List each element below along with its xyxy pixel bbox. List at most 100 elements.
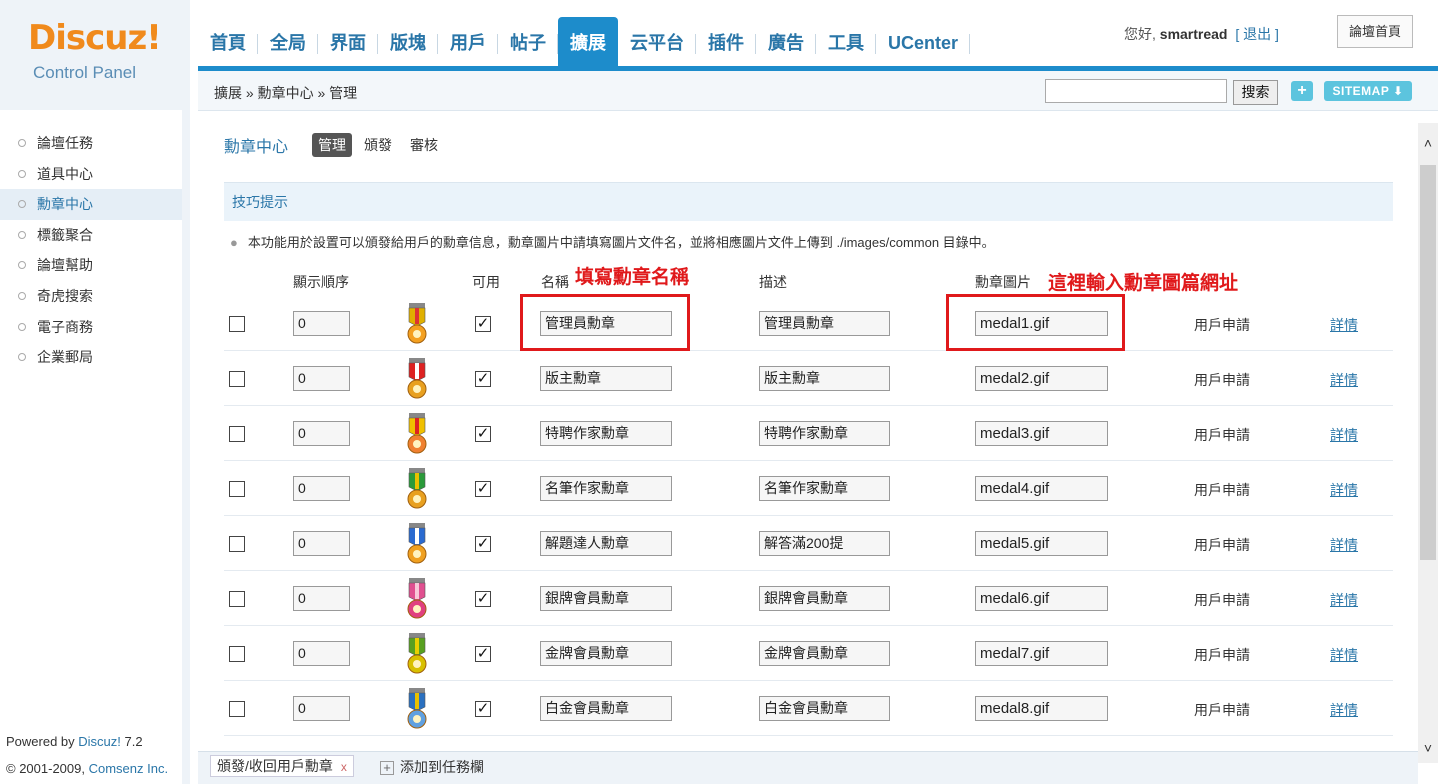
medal-image-input[interactable]: medal2.gif bbox=[975, 366, 1108, 391]
comsenz-link[interactable]: Comsenz Inc. bbox=[89, 761, 168, 776]
row-select-checkbox[interactable] bbox=[229, 701, 245, 717]
display-order-input[interactable]: 0 bbox=[293, 421, 350, 446]
nav-tab-9[interactable]: 廣告 bbox=[756, 17, 816, 67]
display-order-input[interactable]: 0 bbox=[293, 366, 350, 391]
add-to-taskbar[interactable]: + 添加到任務欄 bbox=[380, 757, 484, 777]
display-order-input[interactable]: 0 bbox=[293, 531, 350, 556]
detail-link[interactable]: 詳情 bbox=[1330, 425, 1358, 445]
medal-name-input[interactable]: 解題達人勳章 bbox=[540, 531, 672, 556]
display-order-input[interactable]: 0 bbox=[293, 586, 350, 611]
discuz-logo[interactable]: Discuz! Control Panel bbox=[0, 0, 190, 110]
row-select-checkbox[interactable] bbox=[229, 591, 245, 607]
sitemap-button[interactable]: SITEMAP ⬇ bbox=[1324, 81, 1412, 101]
sidebar-item-4[interactable]: 論壇幫助 bbox=[0, 250, 182, 281]
medal-name-input[interactable]: 名筆作家勳章 bbox=[540, 476, 672, 501]
row-select-checkbox[interactable] bbox=[229, 646, 245, 662]
nav-tab-1[interactable]: 全局 bbox=[258, 17, 318, 67]
tab-manage[interactable]: 管理 bbox=[312, 133, 353, 157]
medal-image-input[interactable]: medal3.gif bbox=[975, 421, 1108, 446]
add-shortcut-button[interactable]: + bbox=[1291, 81, 1313, 101]
nav-tab-3[interactable]: 版塊 bbox=[378, 17, 438, 67]
available-checkbox[interactable]: ✓ bbox=[475, 646, 491, 662]
detail-link[interactable]: 詳情 bbox=[1330, 370, 1358, 390]
row-select-checkbox[interactable] bbox=[229, 536, 245, 552]
medal-image-input[interactable]: medal7.gif bbox=[975, 641, 1108, 666]
vertical-scrollbar[interactable]: ˄ ˅ bbox=[1418, 123, 1438, 763]
detail-link[interactable]: 詳情 bbox=[1330, 590, 1358, 610]
scroll-down-icon[interactable]: ˅ bbox=[1418, 733, 1438, 763]
row-select-checkbox[interactable] bbox=[229, 426, 245, 442]
medal-name-input[interactable]: 銀牌會員勳章 bbox=[540, 586, 672, 611]
nav-tab-7[interactable]: 云平台 bbox=[618, 17, 696, 67]
apply-type: 用戶申請 bbox=[1194, 427, 1250, 443]
search-button[interactable]: 搜索 bbox=[1233, 80, 1278, 105]
forum-home-button[interactable]: 論壇首頁 bbox=[1337, 15, 1413, 48]
scroll-up-icon[interactable]: ˄ bbox=[1418, 123, 1438, 163]
sidebar-item-0[interactable]: 論壇任務 bbox=[0, 128, 182, 159]
available-checkbox[interactable]: ✓ bbox=[475, 536, 491, 552]
nav-tab-6[interactable]: 擴展 bbox=[558, 17, 618, 67]
sidebar-item-1[interactable]: 道具中心 bbox=[0, 159, 182, 190]
medal-desc-input[interactable]: 解答滿200提 bbox=[759, 531, 890, 556]
display-order-input[interactable]: 0 bbox=[293, 476, 350, 501]
logo-subtitle: Control Panel bbox=[33, 63, 137, 82]
medal-name-input[interactable]: 白金會員勳章 bbox=[540, 696, 672, 721]
detail-link[interactable]: 詳情 bbox=[1330, 315, 1358, 335]
tab-award[interactable]: 頒發 bbox=[358, 133, 398, 157]
medal-desc-input[interactable]: 特聘作家勳章 bbox=[759, 421, 890, 446]
detail-link[interactable]: 詳情 bbox=[1330, 645, 1358, 665]
sidebar-item-3[interactable]: 標籤聚合 bbox=[0, 220, 182, 251]
nav-tab-10[interactable]: 工具 bbox=[816, 17, 876, 67]
nav-tab-11[interactable]: UCenter bbox=[876, 17, 971, 67]
row-select-checkbox[interactable] bbox=[229, 371, 245, 387]
nav-tab-4[interactable]: 用戶 bbox=[438, 17, 498, 67]
available-checkbox[interactable]: ✓ bbox=[475, 371, 491, 387]
search-input[interactable] bbox=[1045, 79, 1227, 103]
task-bar: 頒發/收回用戶勳章 x + 添加到任務欄 bbox=[198, 751, 1418, 784]
nav-tab-5[interactable]: 帖子 bbox=[498, 17, 558, 67]
sidebar-item-7[interactable]: 企業郵局 bbox=[0, 342, 182, 373]
nav-tab-0[interactable]: 首頁 bbox=[198, 17, 258, 67]
medal-desc-input[interactable]: 銀牌會員勳章 bbox=[759, 586, 890, 611]
available-checkbox[interactable]: ✓ bbox=[475, 701, 491, 717]
discuz-link[interactable]: Discuz! bbox=[78, 734, 121, 749]
display-order-input[interactable]: 0 bbox=[293, 641, 350, 666]
medal-desc-input[interactable]: 金牌會員勳章 bbox=[759, 641, 890, 666]
sidebar-item-label: 標籤聚合 bbox=[37, 226, 93, 243]
available-checkbox[interactable]: ✓ bbox=[475, 316, 491, 332]
nav-tab-2[interactable]: 界面 bbox=[318, 17, 378, 67]
medal-image-input[interactable]: medal4.gif bbox=[975, 476, 1108, 501]
detail-link[interactable]: 詳情 bbox=[1330, 700, 1358, 720]
col-name: 名稱 bbox=[541, 274, 569, 290]
tab-review[interactable]: 審核 bbox=[404, 133, 444, 157]
detail-link[interactable]: 詳情 bbox=[1330, 480, 1358, 500]
medal-icon bbox=[404, 522, 430, 566]
logout-link[interactable]: [ 退出 ] bbox=[1235, 26, 1279, 42]
medal-desc-input[interactable]: 白金會員勳章 bbox=[759, 696, 890, 721]
medal-image-input[interactable]: medal6.gif bbox=[975, 586, 1108, 611]
medal-desc-input[interactable]: 管理員勳章 bbox=[759, 311, 890, 336]
medal-name-input[interactable]: 特聘作家勳章 bbox=[540, 421, 672, 446]
nav-tab-8[interactable]: 插件 bbox=[696, 17, 756, 67]
sidebar-item-2[interactable]: 勳章中心 bbox=[0, 189, 182, 220]
main-nav: 首頁 全局 界面 版塊 用戶 帖子 擴展 云平台 插件 廣告 工具 UCenter bbox=[198, 17, 971, 67]
row-select-checkbox[interactable] bbox=[229, 481, 245, 497]
medal-desc-input[interactable]: 版主勳章 bbox=[759, 366, 890, 391]
medal-image-input[interactable]: medal5.gif bbox=[975, 531, 1108, 556]
sidebar-item-5[interactable]: 奇虎搜索 bbox=[0, 281, 182, 312]
detail-link[interactable]: 詳情 bbox=[1330, 535, 1358, 555]
display-order-input[interactable]: 0 bbox=[293, 696, 350, 721]
row-select-checkbox[interactable] bbox=[229, 316, 245, 332]
medal-image-input[interactable]: medal8.gif bbox=[975, 696, 1108, 721]
sidebar-item-6[interactable]: 電子商務 bbox=[0, 312, 182, 343]
available-checkbox[interactable]: ✓ bbox=[475, 426, 491, 442]
available-checkbox[interactable]: ✓ bbox=[475, 481, 491, 497]
medal-name-input[interactable]: 版主勳章 bbox=[540, 366, 672, 391]
display-order-input[interactable]: 0 bbox=[293, 311, 350, 336]
close-icon[interactable]: x bbox=[341, 760, 347, 774]
available-checkbox[interactable]: ✓ bbox=[475, 591, 491, 607]
task-item[interactable]: 頒發/收回用戶勳章 x bbox=[210, 755, 354, 777]
medal-name-input[interactable]: 金牌會員勳章 bbox=[540, 641, 672, 666]
medal-desc-input[interactable]: 名筆作家勳章 bbox=[759, 476, 890, 501]
scroll-thumb[interactable] bbox=[1420, 165, 1436, 560]
